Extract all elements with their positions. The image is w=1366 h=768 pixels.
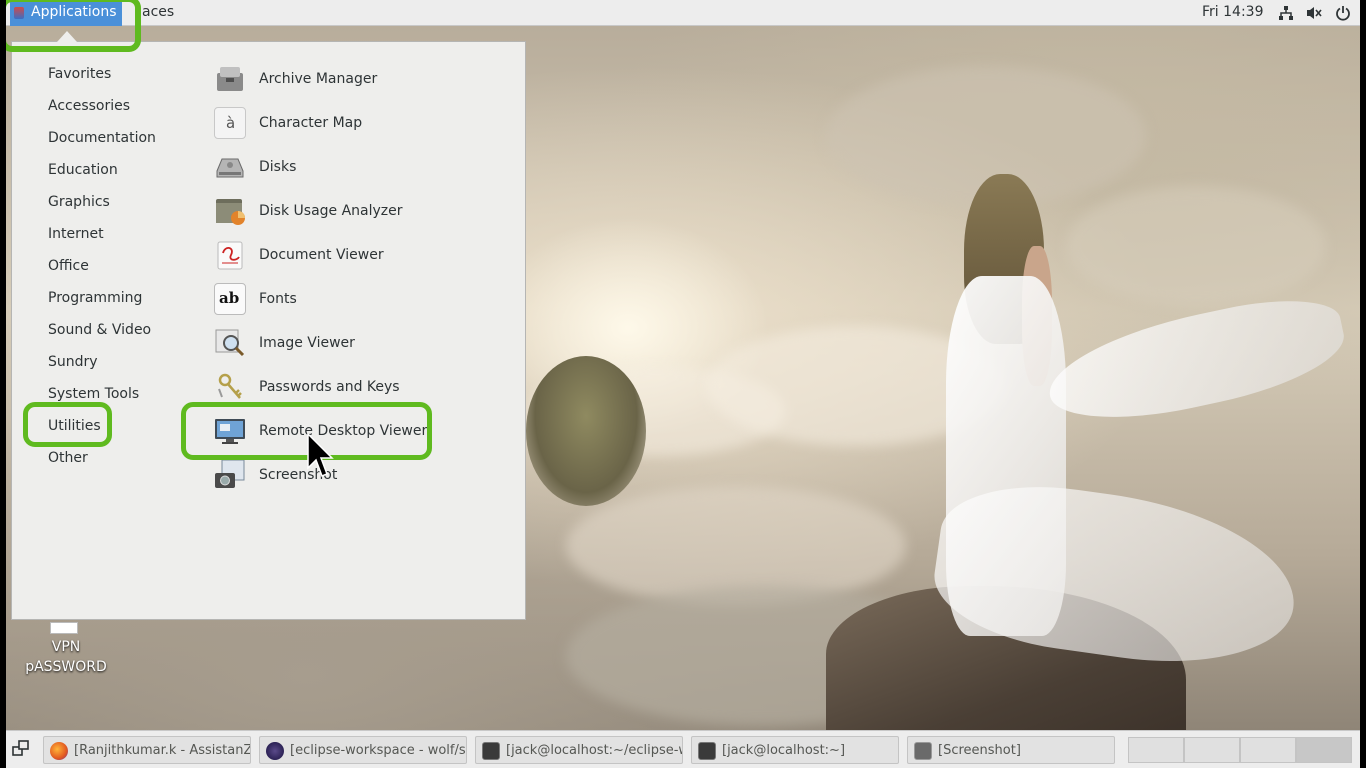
category-internet[interactable]: Internet <box>48 226 104 242</box>
archive-manager-icon <box>214 63 246 95</box>
image-viewer-icon <box>214 327 246 359</box>
applications-logo-icon <box>14 7 24 19</box>
category-graphics[interactable]: Graphics <box>48 194 110 210</box>
app-label: Document Viewer <box>259 247 384 263</box>
show-desktop-button[interactable] <box>10 739 32 761</box>
firefox-icon <box>50 742 68 760</box>
category-programming[interactable]: Programming <box>48 290 142 306</box>
category-documentation[interactable]: Documentation <box>48 130 156 146</box>
category-other[interactable]: Other <box>48 450 88 466</box>
applications-label: Applications <box>31 4 117 20</box>
taskbar-item-label: [jack@localhost:~/eclipse-w... <box>506 743 683 758</box>
desktop-file-label[interactable]: VPN pASSWORD <box>20 637 112 677</box>
app-label: Disks <box>259 159 297 175</box>
terminal-icon <box>482 742 500 760</box>
category-favorites[interactable]: Favorites <box>48 66 111 82</box>
taskbar-item-label: [jack@localhost:~] <box>722 743 846 758</box>
workspace-3[interactable] <box>1240 737 1296 763</box>
category-education[interactable]: Education <box>48 162 118 178</box>
taskbar-item-label: [Screenshot] <box>938 743 1021 758</box>
taskbar-item-screenshot[interactable]: [Screenshot] <box>907 736 1115 764</box>
screen: VPN pASSWORD Applications aces Fri 14:39… <box>6 0 1366 768</box>
workspace-4[interactable] <box>1296 737 1352 763</box>
taskbar-item-terminal-2[interactable]: [jack@localhost:~] <box>691 736 899 764</box>
volume-muted-icon[interactable] <box>1306 5 1322 21</box>
character-map-icon: à <box>214 107 246 139</box>
terminal-icon <box>698 742 716 760</box>
desktop-file-icon[interactable] <box>50 622 78 634</box>
category-sound-video[interactable]: Sound & Video <box>48 322 151 338</box>
passwords-keys-icon <box>214 371 246 403</box>
menu-pointer <box>57 31 77 42</box>
places-menu-button[interactable]: aces <box>142 4 174 20</box>
clock[interactable]: Fri 14:39 <box>1202 4 1263 20</box>
taskbar-item-label: [Ranjithkumar.k - AssistanZ... <box>74 743 251 758</box>
disks-icon <box>214 151 246 183</box>
app-label: Disk Usage Analyzer <box>259 203 403 219</box>
category-utilities[interactable]: Utilities <box>48 418 101 434</box>
taskbar-item-firefox[interactable]: [Ranjithkumar.k - AssistanZ... <box>43 736 251 764</box>
taskbar-item-label: [eclipse-workspace - wolf/s... <box>290 743 467 758</box>
applications-menu: Favorites Accessories Documentation Educ… <box>11 31 526 620</box>
disk-usage-analyzer-icon <box>214 195 246 227</box>
app-label: Image Viewer <box>259 335 355 351</box>
category-accessories[interactable]: Accessories <box>48 98 130 114</box>
workspace-1[interactable] <box>1128 737 1184 763</box>
remote-desktop-icon <box>214 415 246 447</box>
applications-menu-button[interactable]: Applications <box>10 0 122 26</box>
app-label: Remote Desktop Viewer <box>259 423 428 439</box>
workspace-2[interactable] <box>1184 737 1240 763</box>
fonts-icon: ab <box>214 283 246 315</box>
app-label: Fonts <box>259 291 297 307</box>
network-icon[interactable] <box>1278 5 1294 21</box>
top-panel: Applications aces Fri 14:39 <box>6 0 1360 26</box>
category-system-tools[interactable]: System Tools <box>48 386 139 402</box>
category-office[interactable]: Office <box>48 258 89 274</box>
app-label: Passwords and Keys <box>259 379 400 395</box>
document-viewer-icon <box>214 239 246 271</box>
screenshot-icon <box>214 459 246 491</box>
eclipse-icon <box>266 742 284 760</box>
app-label: Character Map <box>259 115 363 131</box>
category-sundry[interactable]: Sundry <box>48 354 98 370</box>
power-icon[interactable] <box>1335 5 1351 21</box>
mouse-cursor-icon <box>307 432 334 477</box>
taskbar-item-eclipse[interactable]: [eclipse-workspace - wolf/s... <box>259 736 467 764</box>
app-label: Archive Manager <box>259 71 378 87</box>
screenshot-icon <box>914 742 932 760</box>
bottom-panel: [Ranjithkumar.k - AssistanZ... [eclipse-… <box>6 730 1360 768</box>
taskbar-item-terminal-1[interactable]: [jack@localhost:~/eclipse-w... <box>475 736 683 764</box>
